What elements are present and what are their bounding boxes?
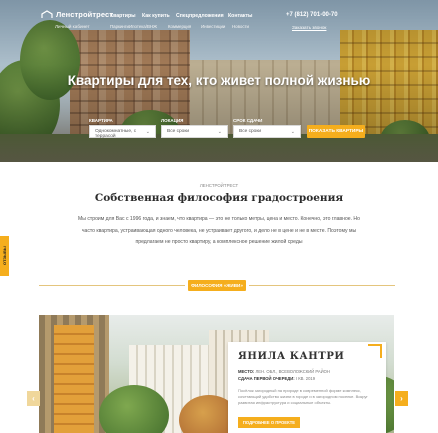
filter-deadline-select[interactable]: Все сроки ⌄	[233, 125, 301, 138]
nav-apartments[interactable]: Квартиры	[110, 13, 136, 19]
project-deadline-value: I КВ. 2019	[295, 376, 316, 381]
filter-location-value: Все сроки	[167, 129, 190, 134]
filter-deadline-value: Все сроки	[239, 129, 262, 134]
logo-house-icon	[41, 10, 53, 19]
reviews-side-tab[interactable]: ОТЗЫВЫ	[0, 236, 9, 276]
project-building	[54, 325, 94, 433]
filter-location-label: ЛОКАЦИЯ	[161, 118, 184, 123]
chevron-down-icon: ⌄	[290, 129, 295, 135]
phone-number[interactable]: +7 (812) 701-00-70	[286, 12, 338, 18]
filter-location-select[interactable]: Все сроки ⌄	[161, 125, 228, 138]
nav-special-offers[interactable]: Спецпредложения	[176, 13, 224, 19]
reviews-side-tab-label: ОТЗЫВЫ	[2, 246, 7, 265]
chevron-down-icon: ⌄	[145, 129, 150, 135]
personal-cabinet-link[interactable]: Личный кабинет	[55, 24, 90, 29]
divider-left	[39, 285, 185, 286]
hero-title: Квартиры для тех, кто живет полной жизнь…	[67, 73, 371, 88]
philosophy-button[interactable]: ФИЛОСОФИЯ «ЖИВИ»	[188, 280, 246, 291]
filter-deadline-label: СРОК СДАЧИ	[233, 118, 263, 123]
nav-news[interactable]: Новости	[232, 24, 249, 29]
filter-apartment-select[interactable]: Однокомнатные, с террасой ⌄	[89, 125, 156, 139]
project-description: Посёлок загородный на природе в современ…	[238, 388, 368, 405]
top-header: Ленстройтрест Личный кабинет Квартиры Ка…	[0, 0, 438, 34]
corner-accent-icon	[368, 344, 382, 358]
logo[interactable]: Ленстройтрест	[41, 10, 113, 19]
nav-how-to-buy[interactable]: Как купить	[142, 13, 170, 19]
project-deadline-label: СДАЧА ПЕРВОЙ ОЧЕРЕДИ:	[238, 376, 295, 381]
chevron-down-icon: ⌄	[217, 129, 222, 135]
callback-link[interactable]: Заказать звонок	[292, 25, 326, 30]
filter-apartment-value: Однокомнатные, с террасой	[95, 129, 137, 139]
carousel-next-button[interactable]: ›	[395, 391, 408, 406]
project-deadline: СДАЧА ПЕРВОЙ ОЧЕРЕДИ: I КВ. 2019	[238, 376, 315, 381]
section-title: Собственная философия градостроения	[94, 192, 344, 204]
logo-text: Ленстройтрест	[56, 10, 114, 19]
nav-contacts[interactable]: Контакты	[228, 13, 252, 19]
project-location: МЕСТО: ЛЕН. ОБЛ., ВСЕВОЛОЖСКИЙ РАЙОН	[238, 369, 330, 374]
project-location-value: ЛЕН. ОБЛ., ВСЕВОЛОЖСКИЙ РАЙОН	[255, 369, 330, 374]
project-location-label: МЕСТО:	[238, 369, 255, 374]
nav-parking[interactable]: Паркинги	[110, 24, 129, 29]
nav-commerce[interactable]: Коммерция	[168, 24, 191, 29]
divider-right	[249, 285, 395, 286]
show-apartments-button[interactable]: ПОКАЗАТЬ КВАРТИРЫ	[307, 125, 365, 138]
section-eyebrow: ЛЕНСТРОЙТРЕСТ	[199, 183, 239, 188]
project-title: ЯНИЛА КАНТРИ	[238, 351, 345, 362]
project-details-button[interactable]: ПОДРОБНЕЕ О ПРОЕКТЕ	[238, 417, 300, 428]
nav-investments[interactable]: Инвестиции	[201, 24, 225, 29]
section-description: Мы строим для Вас с 1996 года, и знаем, …	[78, 216, 360, 246]
carousel-prev-button[interactable]: ‹	[27, 391, 40, 406]
filter-apartment-label: КВАРТИРА	[89, 118, 113, 123]
nav-mortgage[interactable]: Ипотека/ВНЖ	[129, 24, 157, 29]
